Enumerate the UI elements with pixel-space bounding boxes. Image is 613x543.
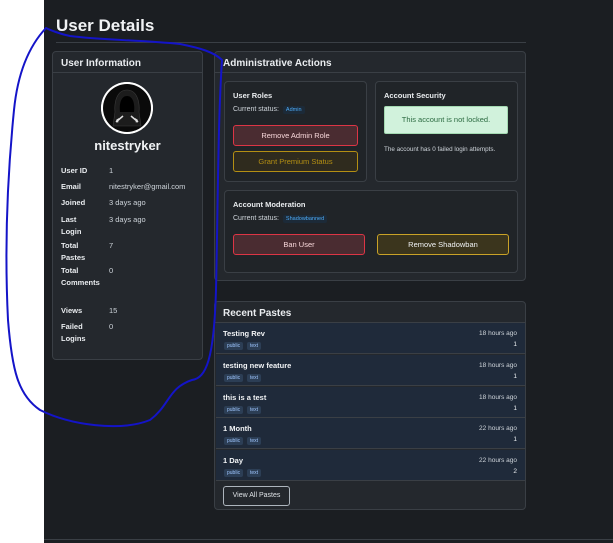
- title-divider: [56, 42, 526, 43]
- recent-pastes-heading: Recent Pastes: [215, 302, 525, 323]
- paste-row[interactable]: 1 Day 22 hours ago 2 public text: [216, 450, 525, 481]
- tag-badge: public: [224, 469, 244, 477]
- paste-title[interactable]: this is a test: [223, 393, 266, 402]
- roles-status-line: Current status: Admin: [233, 106, 305, 114]
- paste-time: 22 hours ago: [479, 457, 517, 464]
- user-roles-panel: User Roles Current status: Admin Remove A…: [224, 81, 367, 182]
- username-heading: nitestryker: [94, 138, 161, 153]
- info-value: 3 days ago: [109, 215, 146, 224]
- paste-row[interactable]: Testing Rev 18 hours ago 1 public text: [216, 323, 525, 354]
- paste-title[interactable]: 1 Day: [223, 456, 243, 465]
- not-locked-alert: This account is not locked.: [384, 106, 508, 134]
- info-value: 3 days ago: [109, 198, 146, 207]
- info-label: User ID: [61, 166, 88, 175]
- paste-title[interactable]: 1 Month: [223, 424, 252, 433]
- info-value: 7: [109, 241, 114, 250]
- info-label: Views: [61, 306, 83, 315]
- roles-status-badge: Admin: [282, 106, 305, 114]
- info-label: Failed Logins: [61, 322, 86, 343]
- admin-actions-heading: Administrative Actions: [215, 52, 525, 73]
- tag-badge: public: [224, 342, 244, 350]
- paste-title[interactable]: testing new feature: [223, 361, 291, 370]
- info-label: Last Login: [61, 215, 82, 236]
- remove-shadowban-button[interactable]: Remove Shadowban: [377, 234, 509, 255]
- view-all-pastes-button[interactable]: View All Pastes: [223, 486, 290, 506]
- roles-status-label: Current status:: [233, 106, 279, 113]
- moderation-status-badge: Shadowbanned: [282, 215, 328, 223]
- tag-badge: public: [224, 437, 244, 445]
- tag-badge: public: [224, 406, 244, 414]
- paste-time: 18 hours ago: [479, 362, 517, 369]
- recent-pastes-card: Recent Pastes Testing Rev 18 hours ago 1…: [214, 301, 526, 510]
- account-security-title: Account Security: [384, 91, 446, 100]
- user-roles-title: User Roles: [233, 91, 273, 100]
- tag-badge: text: [247, 406, 262, 414]
- info-value: 0: [109, 266, 114, 275]
- paste-count: 1: [513, 436, 517, 443]
- paste-count: 2: [513, 468, 517, 475]
- remove-admin-role-button[interactable]: Remove Admin Role: [233, 125, 358, 146]
- hooded-figure-icon: [101, 82, 153, 134]
- paste-time: 22 hours ago: [479, 425, 517, 432]
- account-moderation-panel: Account Moderation Current status: Shadow…: [224, 190, 518, 273]
- ban-user-button[interactable]: Ban User: [233, 234, 365, 255]
- failed-attempts-note: The account has 0 failed login attempts.: [384, 146, 496, 153]
- avatar: [101, 82, 153, 134]
- info-value: 0: [109, 322, 114, 331]
- page-title: User Details: [56, 16, 155, 35]
- tag-badge: text: [247, 342, 262, 350]
- paste-row[interactable]: this is a test 18 hours ago 1 public tex…: [216, 387, 525, 418]
- account-security-panel: Account Security This account is not loc…: [375, 81, 518, 182]
- paste-title[interactable]: Testing Rev: [223, 329, 265, 338]
- info-label: Total Pastes: [61, 241, 86, 262]
- tag-badge: text: [247, 437, 262, 445]
- info-value: 15: [109, 306, 118, 315]
- paste-count: 1: [513, 341, 517, 348]
- tag-badge: public: [224, 374, 244, 382]
- paste-count: 1: [513, 373, 517, 380]
- user-info-card: User Information nitestryker User ID 1 E…: [52, 51, 203, 360]
- footer-divider: [44, 539, 613, 540]
- info-label: Total Comments: [61, 266, 100, 287]
- paste-count: 1: [513, 405, 517, 412]
- moderation-status-line: Current status: Shadowbanned: [233, 215, 328, 223]
- tag-badge: text: [247, 469, 262, 477]
- paste-time: 18 hours ago: [479, 394, 517, 401]
- account-moderation-title: Account Moderation: [233, 200, 306, 209]
- grant-premium-button[interactable]: Grant Premium Status: [233, 151, 358, 172]
- info-label: Joined: [61, 198, 86, 207]
- tag-badge: text: [247, 374, 262, 382]
- admin-actions-card: Administrative Actions User Roles Curren…: [214, 51, 526, 281]
- info-value: 1: [109, 166, 114, 175]
- user-info-heading: User Information: [53, 52, 202, 73]
- paste-time: 18 hours ago: [479, 330, 517, 337]
- moderation-status-label: Current status:: [233, 215, 279, 222]
- paste-row[interactable]: 1 Month 22 hours ago 1 public text: [216, 418, 525, 449]
- info-label: Email: [61, 182, 82, 191]
- paste-row[interactable]: testing new feature 18 hours ago 1 publi…: [216, 355, 525, 386]
- info-value: nitestryker@gmail.com: [109, 182, 186, 191]
